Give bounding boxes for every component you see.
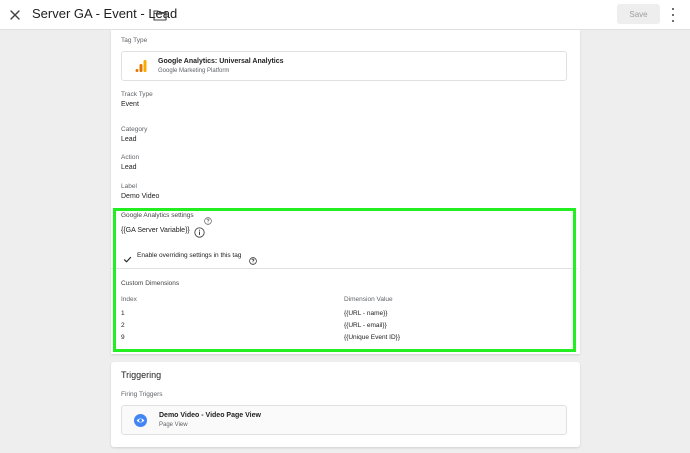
firing-triggers-label: Firing Triggers bbox=[121, 391, 163, 398]
action-value: Lead bbox=[121, 164, 137, 171]
tag-configuration-card: Tag Type Google Analytics: Universal Ana… bbox=[111, 30, 580, 354]
save-button[interactable]: Save bbox=[617, 4, 660, 24]
more-vert-icon[interactable] bbox=[668, 7, 678, 23]
action-label: Action bbox=[121, 154, 140, 161]
category-value: Lead bbox=[121, 136, 137, 143]
folder-icon[interactable] bbox=[153, 8, 167, 21]
track-type-value: Event bbox=[121, 101, 139, 108]
trigger-name: Demo Video - Video Page View bbox=[159, 412, 261, 419]
tag-type-label: Tag Type bbox=[121, 37, 148, 44]
firing-trigger-item[interactable]: Demo Video - Video Page View Page View bbox=[121, 405, 567, 435]
event-label-value: Demo Video bbox=[121, 193, 160, 200]
triggering-card: Triggering Firing Triggers Demo Video - … bbox=[111, 362, 580, 447]
tag-type-vendor: Google Marketing Platform bbox=[158, 68, 230, 74]
close-icon[interactable] bbox=[6, 6, 24, 24]
top-bar: Server GA - Event - Lead Save bbox=[0, 0, 690, 30]
triggering-title: Triggering bbox=[121, 370, 162, 380]
google-analytics-icon bbox=[135, 59, 147, 73]
event-label-label: Label bbox=[121, 183, 137, 190]
eye-icon bbox=[134, 414, 147, 427]
category-label: Category bbox=[121, 126, 148, 133]
highlight-box bbox=[113, 208, 576, 352]
track-type-label: Track Type bbox=[121, 91, 153, 98]
tag-type-name: Google Analytics: Universal Analytics bbox=[158, 58, 284, 65]
tag-type-selector[interactable]: Google Analytics: Universal Analytics Go… bbox=[121, 51, 567, 81]
trigger-type: Page View bbox=[159, 422, 188, 428]
